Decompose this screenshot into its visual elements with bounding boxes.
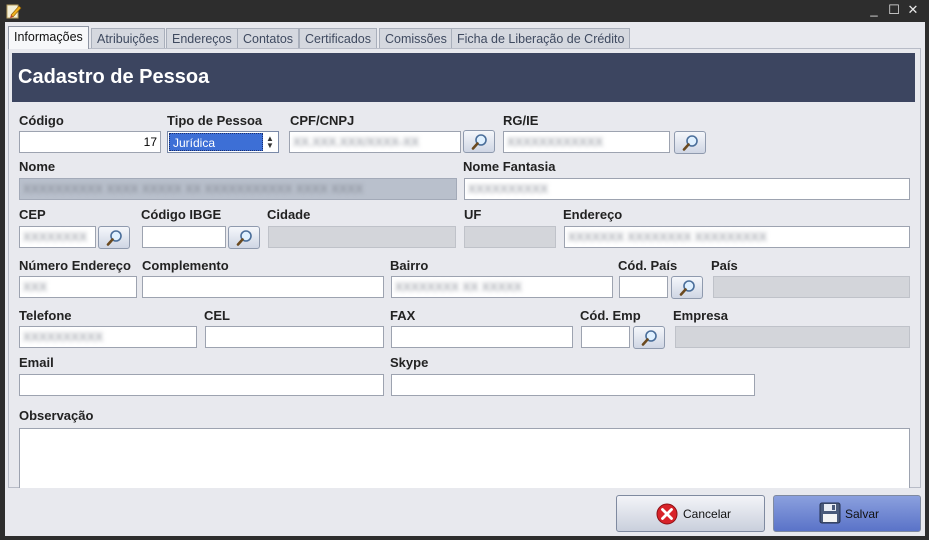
cidade-label: Cidade — [267, 207, 311, 222]
codigo-ibge-label: Código IBGE — [141, 207, 222, 222]
cep-search-button[interactable] — [98, 226, 130, 249]
cel-field[interactable] — [205, 326, 384, 348]
telefone-value: XXXXXXXXXX — [23, 330, 104, 344]
rg-ie-field[interactable]: XXXXXXXXXXXX — [503, 131, 670, 153]
cidade-field[interactable] — [268, 226, 456, 248]
search-icon — [471, 134, 487, 150]
observacao-label: Observação — [19, 408, 94, 423]
codigo-label: Código — [19, 113, 64, 128]
codigo-ibge-field[interactable] — [142, 226, 226, 248]
nome-label: Nome — [19, 159, 56, 174]
spin-arrows-icon: ▲ ▼ — [266, 134, 274, 150]
cep-label: CEP — [19, 207, 46, 222]
observacao-textarea[interactable] — [19, 428, 910, 488]
cod-pais-field[interactable] — [619, 276, 668, 298]
numero-endereco-value: XXX — [23, 280, 48, 294]
numero-endereco-field[interactable]: XXX — [19, 276, 137, 298]
close-button[interactable]: ✕ — [905, 2, 921, 18]
window: _ ☐ ✕ Informações Atribuições Endereços … — [0, 0, 929, 540]
codigo-ibge-search-button[interactable] — [228, 226, 260, 249]
tab-comissoes[interactable]: Comissões — [379, 28, 453, 49]
nome-fantasia-field[interactable]: XXXXXXXXXX — [464, 178, 910, 200]
search-icon — [106, 230, 122, 246]
save-button-label: Salvar — [845, 507, 880, 521]
codigo-field[interactable]: 17 — [19, 131, 161, 153]
pais-label: País — [711, 258, 738, 273]
form-header: Cadastro de Pessoa — [12, 53, 915, 102]
cod-emp-search-button[interactable] — [633, 326, 665, 349]
fax-field[interactable] — [391, 326, 573, 348]
tipo-pessoa-select[interactable]: Jurídica ▲ ▼ — [167, 131, 279, 153]
cel-label: CEL — [204, 308, 230, 323]
telefone-label: Telefone — [19, 308, 72, 323]
bairro-label: Bairro — [390, 258, 429, 273]
rg-ie-value: XXXXXXXXXXXX — [507, 135, 604, 149]
maximize-button[interactable]: ☐ — [886, 2, 902, 18]
cep-value: XXXXXXXX — [23, 230, 88, 244]
search-icon — [641, 330, 657, 346]
tab-atribuicoes[interactable]: Atribuições — [91, 28, 165, 49]
complemento-field[interactable] — [142, 276, 384, 298]
telefone-field[interactable]: XXXXXXXXXX — [19, 326, 197, 348]
pencil-icon — [6, 4, 22, 19]
cpf-cnpj-label: CPF/CNPJ — [290, 113, 355, 128]
complemento-label: Complemento — [142, 258, 229, 273]
client-area: Informações Atribuições Endereços Contat… — [5, 22, 925, 536]
cod-emp-label: Cód. Emp — [580, 308, 641, 323]
endereco-value: XXXXXXX XXXXXXXX XXXXXXXXX — [568, 230, 767, 244]
form-panel: Cadastro de Pessoa Código 17 Tipo de Pes… — [8, 48, 921, 488]
endereco-label: Endereço — [563, 207, 623, 222]
uf-label: UF — [464, 207, 482, 222]
rg-ie-search-button[interactable] — [674, 131, 706, 154]
title-bar: _ ☐ ✕ — [0, 0, 929, 22]
cod-emp-field[interactable] — [581, 326, 630, 348]
tab-informacoes[interactable]: Informações — [8, 26, 89, 49]
empresa-label: Empresa — [673, 308, 728, 323]
cod-pais-search-button[interactable] — [671, 276, 703, 299]
cancel-button[interactable]: Cancelar — [616, 495, 765, 532]
tab-contatos[interactable]: Contatos — [237, 28, 300, 49]
numero-endereco-label: Número Endereço — [19, 258, 131, 273]
tab-bar: Informações Atribuições Endereços Contat… — [5, 26, 925, 49]
page-title: Cadastro de Pessoa — [18, 66, 210, 88]
search-icon — [682, 135, 698, 151]
nome-field[interactable]: XXXXXXXXXX XXXX XXXXX XX XXXXXXXXXXX XXX… — [19, 178, 457, 200]
cpf-cnpj-field[interactable]: XX.XXX.XXX/XXXX-XX — [289, 131, 461, 153]
email-field[interactable] — [19, 374, 384, 396]
skype-field[interactable] — [391, 374, 755, 396]
tipo-pessoa-label: Tipo de Pessoa — [167, 113, 263, 128]
search-icon — [236, 230, 252, 246]
search-icon — [679, 280, 695, 296]
tab-ficha-liberacao-credito[interactable]: Ficha de Liberação de Crédito — [451, 28, 631, 49]
uf-field[interactable] — [464, 226, 556, 248]
pais-field[interactable] — [713, 276, 910, 298]
bairro-field[interactable]: XXXXXXXX XX XXXXX — [391, 276, 613, 298]
tab-enderecos[interactable]: Endereços — [166, 28, 238, 49]
nome-fantasia-label: Nome Fantasia — [463, 159, 556, 174]
rg-ie-label: RG/IE — [503, 113, 539, 128]
cod-pais-label: Cód. País — [618, 258, 678, 273]
cep-field[interactable]: XXXXXXXX — [19, 226, 96, 248]
fax-label: FAX — [390, 308, 416, 323]
minimize-button[interactable]: _ — [866, 2, 882, 18]
empresa-field[interactable] — [675, 326, 910, 348]
email-label: Email — [19, 355, 54, 370]
nome-fantasia-value: XXXXXXXXXX — [468, 182, 549, 196]
cpf-cnpj-search-button[interactable] — [463, 130, 495, 153]
save-button[interactable]: Salvar — [773, 495, 921, 532]
cancel-icon — [656, 503, 678, 525]
cpf-cnpj-value: XX.XXX.XXX/XXXX-XX — [293, 135, 420, 149]
tipo-pessoa-value: Jurídica — [169, 133, 263, 151]
nome-value: XXXXXXXXXX XXXX XXXXX XX XXXXXXXXXXX XXX… — [23, 182, 364, 196]
skype-label: Skype — [390, 355, 429, 370]
endereco-field[interactable]: XXXXXXX XXXXXXXX XXXXXXXXX — [564, 226, 910, 248]
tab-certificados[interactable]: Certificados — [299, 28, 377, 49]
floppy-disk-icon — [819, 502, 841, 524]
cancel-button-label: Cancelar — [683, 507, 732, 521]
footer: Cancelar Salvar — [5, 488, 925, 536]
bairro-value: XXXXXXXX XX XXXXX — [395, 280, 522, 294]
